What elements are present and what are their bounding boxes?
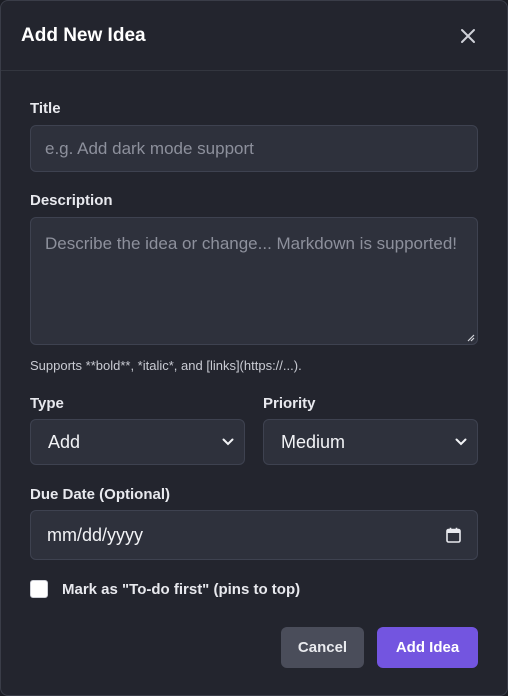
close-button[interactable] <box>457 25 479 47</box>
due-date-label: Due Date (Optional) <box>30 486 171 503</box>
due-date-value: mm/dd/yyyy <box>47 524 144 545</box>
title-label: Title <box>30 100 61 117</box>
title-placeholder: e.g. Add dark mode support <box>45 138 254 158</box>
add-idea-button[interactable]: Add Idea <box>377 627 478 668</box>
todo-first-checkbox[interactable] <box>30 580 48 598</box>
chevron-down-icon <box>455 438 467 446</box>
resize-grip-icon[interactable] <box>465 332 475 342</box>
markdown-hint: Supports **bold**, *italic*, and [links]… <box>30 358 302 373</box>
chevron-down-icon <box>222 438 234 446</box>
title-input[interactable]: e.g. Add dark mode support <box>30 125 478 172</box>
description-textarea[interactable]: Describe the idea or change... Markdown … <box>30 217 478 345</box>
due-date-input[interactable]: mm/dd/yyyy <box>30 510 478 560</box>
description-label: Description <box>30 192 113 209</box>
cancel-button[interactable]: Cancel <box>281 627 364 668</box>
priority-select[interactable]: Medium <box>263 419 478 465</box>
type-selected-value: Add <box>48 431 81 452</box>
todo-first-label: Mark as "To-do first" (pins to top) <box>62 581 301 598</box>
close-icon <box>461 28 475 43</box>
priority-label: Priority <box>263 395 316 412</box>
type-label: Type <box>30 395 64 412</box>
type-select[interactable]: Add <box>30 419 245 465</box>
calendar-icon[interactable] <box>446 527 461 543</box>
description-placeholder: Describe the idea or change... Markdown … <box>45 234 458 253</box>
modal-title: Add New Idea <box>21 24 146 46</box>
modal-header: Add New Idea <box>1 1 507 71</box>
priority-selected-value: Medium <box>281 431 346 452</box>
add-idea-modal: Add New Idea Title e.g. Add dark mode su… <box>0 0 508 696</box>
